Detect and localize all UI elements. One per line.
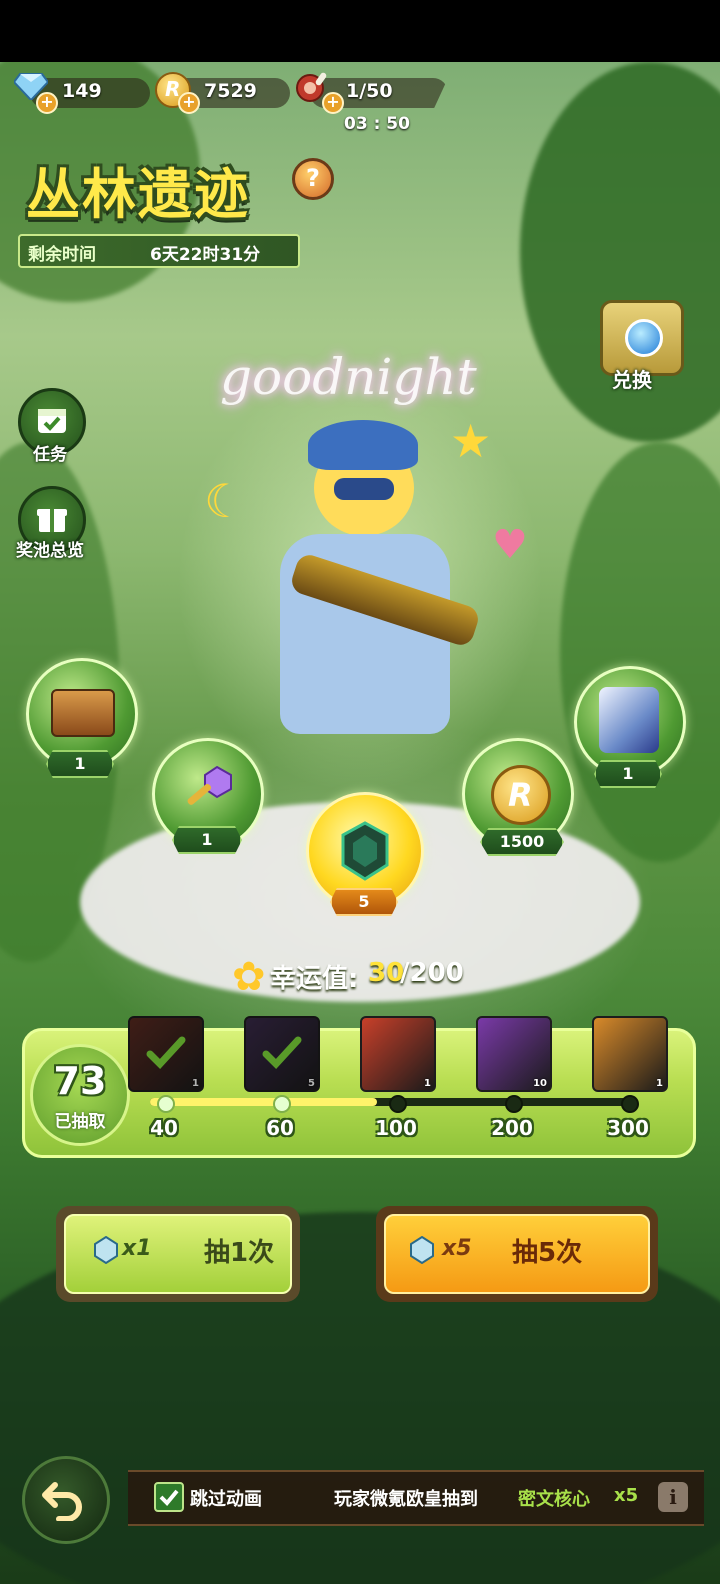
- draw-once-button[interactable]: x1 抽1次: [56, 1206, 300, 1302]
- calendar-check-icon: [38, 409, 66, 433]
- draw-five-button[interactable]: x5 抽5次: [376, 1206, 658, 1302]
- luck-label: 幸运值:: [270, 964, 359, 994]
- milestone-marker: [505, 1095, 523, 1113]
- neon-sign: goodnight: [220, 348, 477, 406]
- milestone-value: 100: [375, 1116, 417, 1140]
- reward-coin-count: 1500: [480, 828, 564, 856]
- remaining-time-label: 剩余时间: [28, 245, 96, 265]
- big-coin-icon: R: [491, 765, 551, 825]
- milestone-reward-0[interactable]: 1: [128, 1016, 204, 1092]
- luck-meter: ✿ 幸运值: 30 /200: [232, 952, 532, 1000]
- exchange-orb-icon: [625, 319, 663, 357]
- add-stamina-button[interactable]: +: [322, 92, 344, 114]
- drawn-counter: 73 已抽取: [30, 1044, 130, 1146]
- reward-key-count: 1: [172, 826, 242, 854]
- info-button[interactable]: i: [658, 1482, 688, 1512]
- remaining-time-value: 6天22时31分: [150, 245, 261, 265]
- pool-overview-label: 奖池总览: [16, 541, 84, 561]
- skip-animation-checkbox[interactable]: [154, 1482, 184, 1512]
- milestone-marker: [273, 1095, 291, 1113]
- news-item: 密文核心: [518, 1489, 590, 1510]
- milestone-marker: [621, 1095, 639, 1113]
- milestone-reward-2[interactable]: 1: [360, 1016, 436, 1092]
- skip-animation-label: 跳过动画: [190, 1489, 262, 1510]
- ticket-gem-icon: [410, 1236, 434, 1264]
- claimed-check-icon: [262, 1036, 302, 1070]
- star-icon: ★: [450, 414, 492, 468]
- chest-icon: [51, 689, 115, 737]
- character-art: [250, 410, 482, 740]
- stamina-value: 1/50: [346, 80, 393, 102]
- news-prefix: 玩家微氪欧皇抽到: [334, 1489, 478, 1510]
- remaining-time-bar: 剩余时间 6天22时31分: [18, 234, 300, 268]
- reward-core-count: 5: [330, 888, 398, 916]
- milestone-value: 200: [491, 1116, 533, 1140]
- back-arrow-icon: [42, 1482, 82, 1521]
- mecha-icon: [599, 687, 659, 753]
- milestone-value: 300: [607, 1116, 649, 1140]
- milestone-reward-3[interactable]: 10: [476, 1016, 552, 1092]
- draw-five-label: 抽5次: [512, 1238, 583, 1268]
- moon-icon: ☾: [204, 474, 246, 528]
- cipher-core-icon: [341, 821, 389, 881]
- milestone-qty: 1: [656, 1078, 663, 1089]
- luck-max: /200: [400, 958, 464, 988]
- stamina-timer: 03 : 50: [344, 114, 410, 134]
- draw-five-cost: x5: [442, 1236, 472, 1261]
- exchange-label: 兑换: [612, 368, 652, 392]
- diamond-value: 149: [62, 80, 102, 102]
- milestone-value: 60: [266, 1116, 294, 1140]
- back-button[interactable]: [22, 1456, 110, 1544]
- milestone-qty: 1: [424, 1078, 431, 1089]
- draw-once-cost: x1: [122, 1236, 152, 1261]
- clover-icon: ✿: [232, 954, 266, 1000]
- milestone-qty: 10: [533, 1078, 547, 1089]
- milestone-marker: [389, 1095, 407, 1113]
- ticket-gem-icon: [94, 1236, 118, 1264]
- milestone-reward-4[interactable]: 1: [592, 1016, 668, 1092]
- coin-value: 7529: [204, 80, 257, 102]
- add-coin-button[interactable]: +: [178, 92, 200, 114]
- reward-chest-count: 1: [46, 750, 114, 778]
- foliage-right: [560, 442, 720, 862]
- drawn-label: 已抽取: [54, 1112, 106, 1132]
- milestone-qty: 5: [308, 1078, 315, 1089]
- news-ticker: 跳过动画 玩家微氪欧皇抽到 密文核心 x5 i: [128, 1470, 704, 1526]
- check-icon: [159, 1489, 179, 1506]
- reward-mecha-count: 1: [594, 760, 662, 788]
- milestone-marker: [157, 1095, 175, 1113]
- progress-fill: [150, 1098, 378, 1106]
- milestone-value: 40: [150, 1116, 178, 1140]
- tasks-label: 任务: [33, 445, 67, 465]
- luck-current: 30: [368, 958, 405, 988]
- help-button[interactable]: ?: [292, 158, 334, 200]
- add-diamond-button[interactable]: +: [36, 92, 58, 114]
- heart-icon: ♥: [492, 522, 528, 568]
- milestone-qty: 1: [192, 1078, 199, 1089]
- claimed-check-icon: [146, 1036, 186, 1070]
- gift-icon: [37, 509, 67, 532]
- news-qty: x5: [614, 1485, 639, 1506]
- event-title: 丛林遗迹: [26, 163, 250, 226]
- milestone-reward-1[interactable]: 5: [244, 1016, 320, 1092]
- drawn-count: 73: [53, 1059, 107, 1103]
- key-icon: [187, 765, 232, 805]
- draw-once-label: 抽1次: [204, 1238, 275, 1268]
